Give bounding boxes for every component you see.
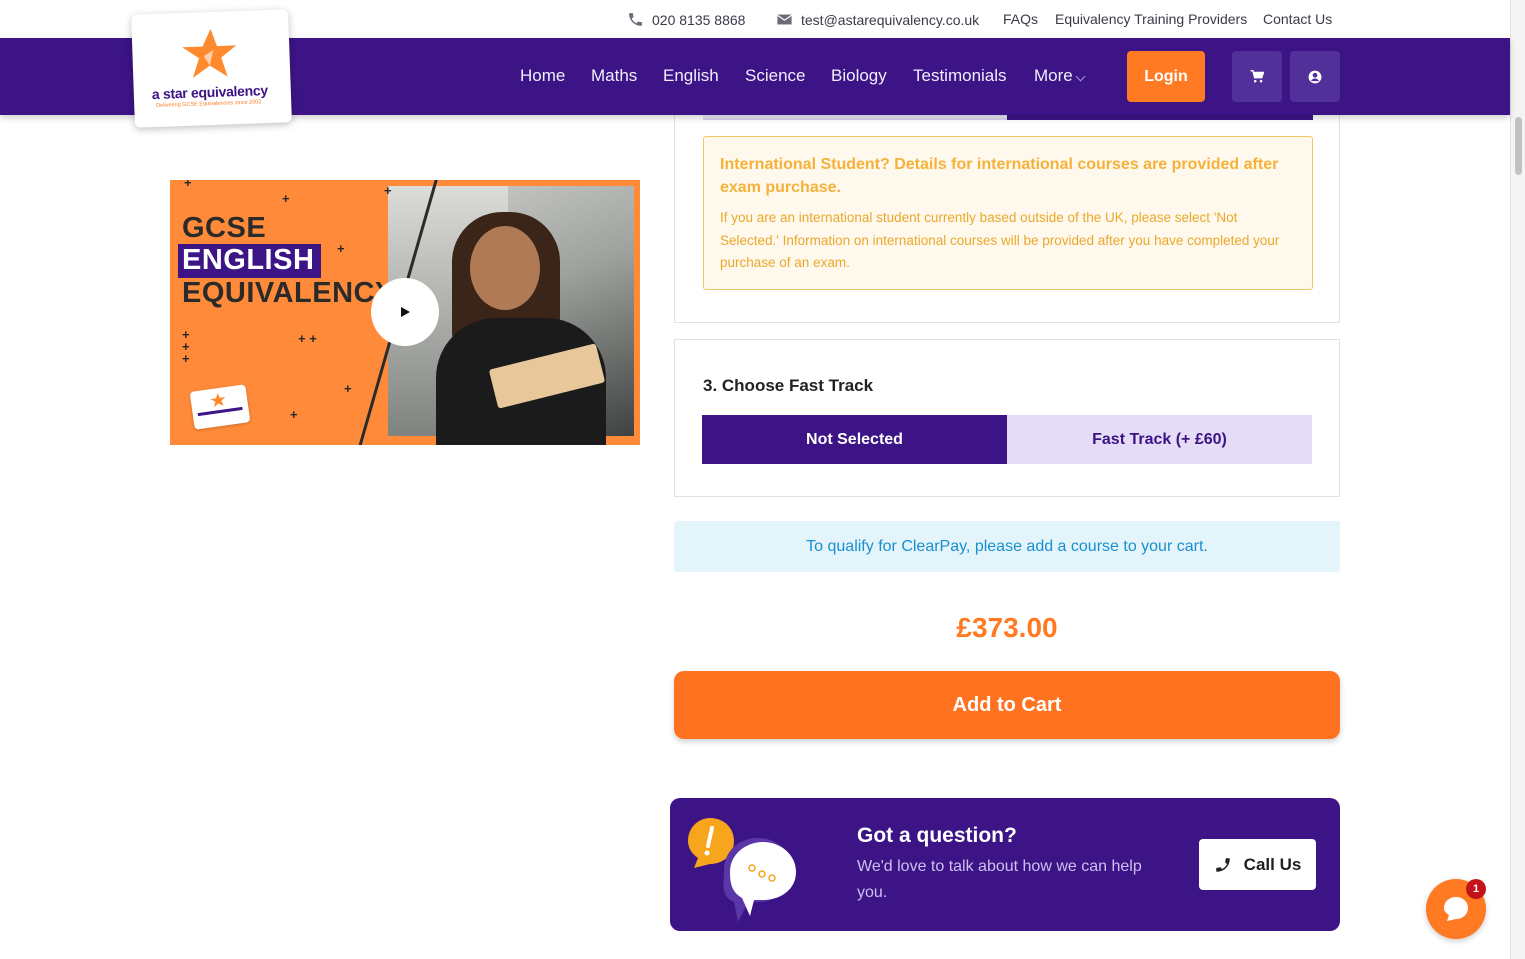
account-button[interactable] [1290,51,1340,102]
phone-icon [629,13,642,26]
fast-track-title: 3. Choose Fast Track [703,376,874,395]
cart-icon [1250,70,1264,83]
star-logo-icon [182,28,237,78]
contact-us-link[interactable]: Contact Us [1263,11,1332,27]
site-logo[interactable]: a star equivalency Delivering GCSE Equiv… [131,9,292,128]
international-student-notice: International Student? Details for inter… [703,136,1313,290]
video-title-line2: ENGLISH [182,244,315,276]
question-banner: Got a question? We'd love to talk about … [670,798,1340,931]
training-providers-link[interactable]: Equivalency Training Providers [1055,11,1247,27]
call-us-label: Call Us [1243,854,1302,874]
fast-track-option-fast-track[interactable]: Fast Track (+ £60) [1007,415,1312,464]
notice-body: If you are an international student curr… [720,210,1280,270]
nav-biology[interactable]: Biology [831,66,887,86]
play-button[interactable] [371,278,439,346]
page-scrollbar[interactable] [1510,0,1525,959]
question-body: We'd love to talk about how we can help … [857,858,1142,901]
chat-bubbles-illustration-icon [688,818,796,922]
question-title: Got a question? [857,824,1017,847]
envelope-icon [777,14,792,25]
cart-button[interactable] [1232,51,1282,102]
chat-icon [1444,897,1468,921]
email-address: test@astarequivalency.co.uk [801,11,980,28]
login-button[interactable]: Login [1127,51,1205,102]
phone-link[interactable]: 020 8135 8868 [627,11,745,28]
chevron-down-icon [1075,71,1086,82]
email-link[interactable]: test@astarequivalency.co.uk [776,11,979,28]
phone-icon [1215,857,1230,872]
video-title-line3: EQUIVALENCY [182,277,395,309]
user-icon [1308,70,1322,83]
nav-english[interactable]: English [663,66,719,86]
faqs-link[interactable]: FAQs [1003,11,1038,27]
video-title-line1: GCSE [182,212,267,244]
nav-home[interactable]: Home [520,66,565,86]
video-mini-logo [189,384,251,430]
call-us-button[interactable]: Call Us [1199,839,1316,890]
notice-title: International Student? Details for inter… [720,156,1279,196]
course-price: £373.00 [956,612,1058,643]
scrollbar-thumb[interactable] [1515,117,1522,175]
fast-track-option-not-selected[interactable]: Not Selected [702,415,1007,464]
nav-testimonials[interactable]: Testimonials [913,66,1007,86]
fast-track-panel: 3. Choose Fast Track Not Selected Fast T… [674,339,1340,497]
phone-number: 020 8135 8868 [652,11,746,28]
nav-more[interactable]: More [1034,66,1073,86]
nav-maths[interactable]: Maths [591,66,637,86]
add-to-cart-button[interactable]: Add to Cart [674,671,1340,739]
exam-options-panel: International Student? Details for inter… [674,108,1340,323]
play-icon [401,307,410,317]
chat-notification-badge: 1 [1466,879,1486,899]
clearpay-notice: To qualify for ClearPay, please add a co… [674,521,1340,572]
nav-science[interactable]: Science [745,66,805,86]
